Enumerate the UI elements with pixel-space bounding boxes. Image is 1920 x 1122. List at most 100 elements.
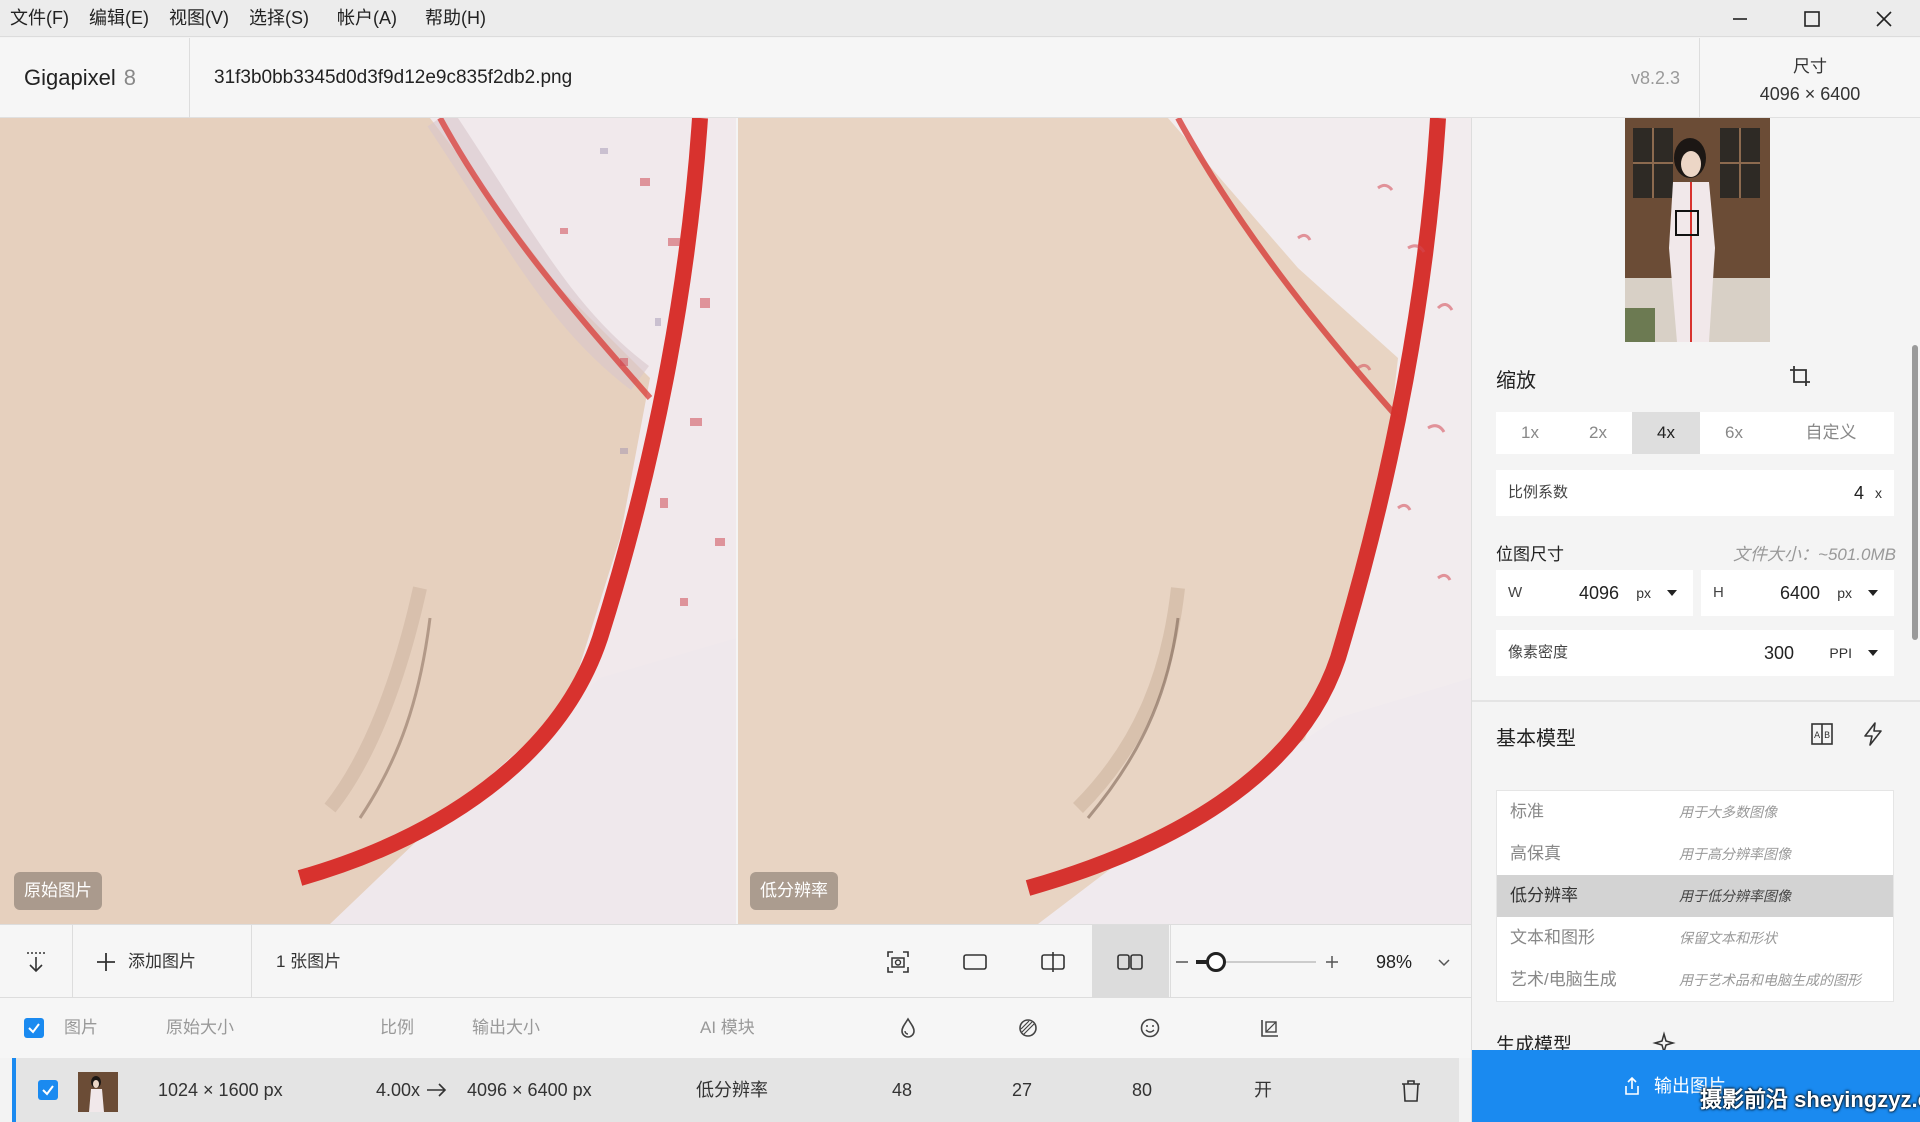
width-unit: px: [1636, 585, 1651, 601]
model-option-text-graphics[interactable]: 文本和图形 保留文本和形状: [1497, 917, 1893, 959]
height-unit: px: [1837, 585, 1852, 601]
model-label: 低分辨率: [750, 872, 838, 910]
model-option-standard[interactable]: 标准 用于大多数图像: [1497, 791, 1893, 833]
zoom-in-icon[interactable]: [1324, 954, 1340, 970]
model-description: 用于大多数图像: [1679, 804, 1777, 820]
viewport-indicator[interactable]: [1675, 210, 1699, 236]
model-option-art-cg[interactable]: 艺术/电脑生成 用于艺术品和电脑生成的图形: [1497, 959, 1893, 1001]
model-option-high-fidelity[interactable]: 高保真 用于高分辨率图像: [1497, 833, 1893, 875]
ppi-field[interactable]: 像素密度 300 PPI: [1496, 630, 1894, 676]
model-option-low-resolution[interactable]: 低分辨率 用于低分辨率图像: [1497, 875, 1893, 917]
compare-models-icon[interactable]: A B: [1810, 721, 1836, 747]
dimensions-label: 尺寸: [1793, 57, 1827, 76]
maximize-button[interactable]: [1776, 0, 1848, 37]
width-unit-dropdown-icon[interactable]: [1667, 590, 1677, 596]
header-original-size: 原始大小: [166, 1018, 234, 1037]
header-ai-model: AI 模块: [700, 1018, 755, 1037]
single-view-button[interactable]: [955, 942, 995, 982]
preview-original[interactable]: 原始图片: [0, 118, 737, 924]
denoise-icon: [901, 1017, 915, 1038]
row-ai-model: 低分辨率: [696, 1080, 768, 1100]
split-view-button[interactable]: [1033, 942, 1073, 982]
scale-tab-1x[interactable]: 1x: [1496, 412, 1564, 454]
menu-account[interactable]: 帐户(A): [327, 0, 407, 37]
add-image-button[interactable]: 添加图片: [94, 925, 196, 999]
menu-bar: 文件(F) 编辑(E) 视图(V) 选择(S) 帐户(A) 帮助(H): [0, 0, 1920, 37]
version-label: v8.2.3: [1630, 68, 1680, 88]
model-description: 保留文本和形状: [1679, 930, 1777, 946]
app-version-number: 8: [123, 65, 136, 90]
zoom-out-icon[interactable]: [1174, 954, 1190, 970]
scale-title: 缩放: [1496, 370, 1536, 392]
scale-tab-custom[interactable]: 自定义: [1768, 412, 1894, 454]
minimize-button[interactable]: [1704, 0, 1776, 37]
zoom-slider-knob[interactable]: [1206, 952, 1226, 972]
height-value[interactable]: 6400: [1780, 570, 1820, 616]
preview-enhanced[interactable]: 低分辨率: [738, 118, 1471, 924]
title-divider-right: [1699, 38, 1700, 118]
menu-view[interactable]: 视图(V): [159, 0, 239, 37]
snapshot-button[interactable]: [878, 942, 918, 982]
file-table-header: 图片 原始大小 比例 输出大小 AI 模块: [0, 998, 1471, 1058]
ppi-unit-dropdown-icon[interactable]: [1868, 650, 1878, 656]
menu-edit[interactable]: 编辑(E): [79, 0, 159, 37]
chevron-down-icon[interactable]: [1436, 954, 1452, 970]
scale-tab-4x[interactable]: 4x: [1632, 412, 1700, 454]
zoom-value[interactable]: 98%: [1376, 925, 1412, 999]
model-list: 标准 用于大多数图像 高保真 用于高分辨率图像 低分辨率 用于低分辨率图像 文本…: [1496, 790, 1894, 1002]
model-name: 低分辨率: [1510, 886, 1578, 905]
row-sharpen-value: 27: [1012, 1080, 1033, 1100]
image-count: 1 张图片: [276, 952, 342, 971]
ppi-value[interactable]: 300: [1764, 630, 1794, 676]
navigator-thumbnail[interactable]: [1625, 118, 1770, 342]
scale-tab-6x[interactable]: 6x: [1700, 412, 1768, 454]
split-view-icon: [1041, 952, 1065, 972]
panel-scrollbar[interactable]: [1912, 345, 1918, 640]
row-denoise-value: 48: [892, 1080, 913, 1100]
svg-text:A: A: [1814, 731, 1821, 741]
row-thumbnail: [78, 1072, 118, 1112]
minimize-icon: [1733, 17, 1747, 20]
enhanced-image: [738, 118, 1471, 924]
model-description: 用于艺术品和电脑生成的图形: [1679, 972, 1861, 988]
original-label: 原始图片: [14, 872, 102, 910]
settings-panel: 缩放 1x 2x 4x 6x 自定义 比例系数 4 x 位图尺寸 文件大小：~5…: [1471, 118, 1920, 1122]
menu-help[interactable]: 帮助(H): [415, 0, 496, 37]
scale-factor-value[interactable]: 4: [1854, 470, 1864, 516]
height-unit-dropdown-icon[interactable]: [1868, 590, 1878, 596]
crop-icon[interactable]: [1788, 364, 1812, 388]
width-field[interactable]: W 4096 px: [1496, 570, 1693, 616]
file-name: 31f3b0bb3345d0d3f9d12e9c835f2db2.png: [214, 67, 573, 88]
bottom-toolbar: 添加图片 1 张图片 98%: [0, 924, 1471, 999]
scale-factor-field[interactable]: 比例系数 4 x: [1496, 470, 1894, 516]
title-divider: [189, 38, 190, 118]
select-all-checkbox[interactable]: [24, 1018, 44, 1038]
width-value[interactable]: 4096: [1579, 570, 1619, 616]
row-original-size: 1024 × 1600 px: [158, 1080, 283, 1100]
toolbar-separator: [72, 925, 73, 999]
maximize-icon: [1804, 10, 1820, 27]
menu-select[interactable]: 选择(S): [239, 0, 319, 37]
trash-icon[interactable]: [1400, 1079, 1422, 1103]
menu-file[interactable]: 文件(F): [0, 0, 79, 37]
table-row[interactable]: 1024 × 1600 px 4.00x 4096 × 6400 px 低分辨率…: [12, 1058, 1459, 1122]
side-by-side-button[interactable]: [1110, 942, 1150, 982]
add-image-label: 添加图片: [128, 952, 196, 971]
height-label: H: [1713, 584, 1724, 601]
row-checkbox[interactable]: [38, 1080, 58, 1100]
check-icon: [28, 1023, 40, 1034]
camera-icon: [887, 951, 909, 973]
ppi-label: 像素密度: [1508, 644, 1569, 661]
close-button[interactable]: [1848, 0, 1920, 37]
toolbar-separator: [1170, 925, 1171, 999]
menu-items: 文件(F) 编辑(E) 视图(V) 选择(S) 帐户(A) 帮助(H): [0, 0, 496, 37]
app-title: Gigapixel 8: [24, 38, 136, 118]
scale-factor-label: 比例系数: [1508, 484, 1569, 501]
share-icon: [1625, 1076, 1639, 1095]
header-ratio: 比例: [380, 1018, 414, 1037]
collapse-button[interactable]: [16, 942, 56, 982]
autopilot-icon[interactable]: [1860, 721, 1886, 747]
scale-tab-2x[interactable]: 2x: [1564, 412, 1632, 454]
app-name: Gigapixel: [24, 65, 116, 90]
height-field[interactable]: H 6400 px: [1701, 570, 1894, 616]
